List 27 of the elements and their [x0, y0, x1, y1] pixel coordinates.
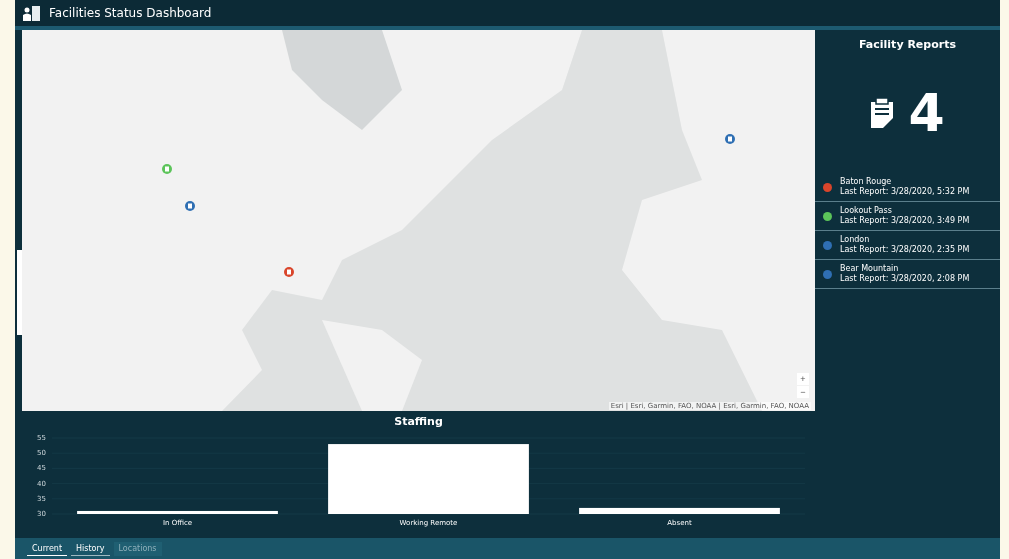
map-pin[interactable] — [185, 201, 195, 211]
last-report-time: Last Report: 3/28/2020, 3:49 PM — [840, 216, 970, 226]
last-report-time: Last Report: 3/28/2020, 5:32 PM — [840, 187, 970, 197]
panel-title: Facility Reports — [858, 37, 957, 51]
tab[interactable]: History — [71, 541, 110, 556]
people-building-icon — [23, 5, 41, 21]
report-item[interactable]: Lookout Pass Last Report: 3/28/2020, 3:49 PM — [815, 202, 1000, 231]
sidebar-handle[interactable] — [17, 250, 22, 335]
map-pin[interactable] — [162, 164, 172, 174]
map-pin[interactable] — [725, 134, 735, 144]
map-pin[interactable] — [284, 267, 294, 277]
clipboard-icon — [870, 98, 895, 128]
facility-name: Bear Mountain — [840, 264, 900, 274]
report-item[interactable]: London Last Report: 3/28/2020, 2:35 PM — [815, 231, 1000, 260]
facility-name: Baton Rouge — [840, 177, 893, 187]
zoom-out-button[interactable]: − — [797, 386, 809, 398]
last-report-time: Last Report: 3/28/2020, 2:08 PM — [840, 274, 970, 284]
zoom-in-button[interactable]: + — [797, 373, 809, 385]
tab[interactable]: Current — [27, 541, 68, 556]
facility-name: London — [840, 235, 871, 245]
facility-name: Lookout Pass — [840, 206, 893, 216]
chart-title: Staffing — [393, 414, 444, 430]
report-item[interactable]: Baton Rouge Last Report: 3/28/2020, 5:32 PM — [815, 173, 1000, 202]
report-count: 4 — [908, 87, 945, 139]
dashboard-title: Facilities Status Dashboard — [49, 6, 212, 20]
report-item[interactable]: Bear Mountain Last Report: 3/28/2020, 2:08 PM — [815, 260, 1000, 289]
last-report-time: Last Report: 3/28/2020, 2:35 PM — [840, 245, 970, 255]
